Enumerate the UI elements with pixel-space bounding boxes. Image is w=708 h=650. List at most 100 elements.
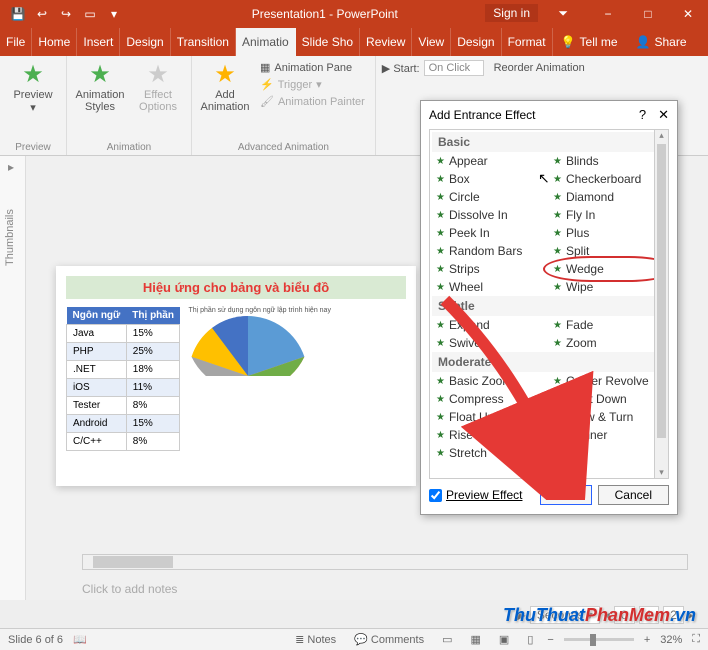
effect-item-fade[interactable]: ★Fade: [549, 316, 666, 334]
undo-icon[interactable]: ↩: [34, 6, 50, 22]
star-icon: ★: [436, 174, 445, 185]
effect-item-stretch[interactable]: ★Stretch: [432, 444, 549, 462]
tab-design[interactable]: Design: [120, 28, 170, 56]
tell-me[interactable]: 💡 Tell me: [553, 35, 626, 49]
tab-format[interactable]: Format: [502, 28, 553, 56]
qat-more-icon[interactable]: ▾: [106, 6, 122, 22]
star-icon: ★: [553, 246, 562, 257]
ribbon-tabs: File Home Insert Design Transition Anima…: [0, 28, 708, 56]
title-bar: 💾 ↩ ↪ ▭ ▾ Presentation1 - PowerPoint Sig…: [0, 0, 708, 28]
start-dropdown[interactable]: On Click: [424, 60, 484, 76]
zoom-in-icon[interactable]: +: [644, 634, 650, 646]
slideshow-view-icon[interactable]: ▯: [523, 633, 537, 646]
tab-view[interactable]: View: [412, 28, 451, 56]
cancel-button[interactable]: Cancel: [598, 485, 669, 505]
effect-item-wedge[interactable]: ★Wedge: [549, 260, 666, 278]
ribbon-group-advanced: ★ Add Animation ▦ Animation Pane ⚡ Trigg…: [192, 56, 376, 155]
dialog-footer: Preview Effect OK Cancel: [421, 479, 677, 511]
slideshow-icon[interactable]: ▭: [82, 6, 98, 22]
effect-item-rise-up[interactable]: ★Rise Up: [432, 426, 549, 444]
share-button[interactable]: 👤 Share: [628, 35, 695, 49]
spellcheck-icon[interactable]: 📖: [73, 633, 87, 646]
effect-item-strips[interactable]: ★Strips: [432, 260, 549, 278]
zoom-out-icon[interactable]: −: [547, 634, 553, 646]
minimize-button[interactable]: −: [588, 0, 628, 28]
effect-item-float-up[interactable]: ★Float Up: [432, 408, 549, 426]
tab-transitions[interactable]: Transition: [171, 28, 236, 56]
effect-item-wheel[interactable]: ★Wheel: [432, 278, 549, 296]
effect-item-blinds[interactable]: ★Blinds: [549, 152, 666, 170]
notes-toggle[interactable]: ≣ Notes: [291, 633, 340, 646]
effect-item-random-bars[interactable]: ★Random Bars: [432, 242, 549, 260]
effect-item-basic-zoom[interactable]: ★Basic Zoom: [432, 372, 549, 390]
notes-placeholder[interactable]: Click to add notes: [82, 582, 177, 596]
tab-animations[interactable]: Animatio: [236, 28, 296, 56]
zoom-level[interactable]: 32%: [660, 634, 682, 646]
effect-item-expand[interactable]: ★Expand: [432, 316, 549, 334]
effect-item-checkerboard[interactable]: ★Checkerboard: [549, 170, 666, 188]
tab-home[interactable]: Home: [32, 28, 77, 56]
horizontal-scrollbar[interactable]: [82, 554, 688, 570]
tab-slideshow[interactable]: Slide Sho: [296, 28, 360, 56]
dialog-help-icon[interactable]: ?: [639, 107, 646, 123]
fit-to-window-icon[interactable]: ⛶: [692, 633, 700, 646]
effect-item-dissolve-in[interactable]: ★Dissolve In: [432, 206, 549, 224]
comments-toggle[interactable]: 💬 Comments: [350, 633, 428, 646]
effect-item-appear[interactable]: ★Appear: [432, 152, 549, 170]
page-2[interactable]: 2: [663, 606, 684, 624]
effect-item-plus[interactable]: ★Plus: [549, 224, 666, 242]
dialog-scrollbar[interactable]: ▴ ▾: [654, 130, 668, 478]
effect-item-center-revolve[interactable]: ★Center Revolve: [549, 372, 666, 390]
effect-item-zoom[interactable]: ★Zoom: [549, 334, 666, 352]
effect-item-peek-in[interactable]: ★Peek In: [432, 224, 549, 242]
ok-button[interactable]: OK: [540, 485, 591, 505]
effect-item-fly-in[interactable]: ★Fly In: [549, 206, 666, 224]
effect-list[interactable]: Basic ★Appear★Box★Circle★Dissolve In★Pee…: [430, 130, 668, 464]
effect-item-swivel[interactable]: ★Swivel: [432, 334, 549, 352]
star-icon: ★: [553, 394, 562, 405]
add-animation-button[interactable]: ★ Add Animation: [198, 60, 252, 113]
tab-file[interactable]: File: [0, 28, 32, 56]
th-lang: Ngôn ngữ: [67, 307, 127, 325]
effect-item-float-down[interactable]: ★Float Down: [549, 390, 666, 408]
animation-pane-button[interactable]: ▦ Animation Pane: [256, 60, 369, 75]
seconds-dropdown[interactable]: Seconds ▾: [530, 606, 600, 624]
effect-item-compress[interactable]: ★Compress: [432, 390, 549, 408]
tab-review[interactable]: Review: [360, 28, 412, 56]
preview-effect-checkbox[interactable]: Preview Effect: [429, 488, 522, 502]
add-animation-icon: ★: [214, 60, 236, 89]
animation-styles-button[interactable]: ★ Animation Styles: [73, 60, 127, 113]
page-0[interactable]: 0: [614, 606, 635, 624]
star-icon: ★: [553, 430, 562, 441]
sorter-view-icon[interactable]: ▦: [467, 633, 485, 646]
preview-button[interactable]: ★ Preview ▾: [6, 60, 60, 114]
star-icon: ★: [436, 412, 445, 423]
reading-view-icon[interactable]: ▣: [495, 633, 513, 646]
signin-button[interactable]: Sign in: [485, 4, 538, 22]
dialog-close-icon[interactable]: ✕: [658, 107, 669, 123]
save-icon[interactable]: 💾: [10, 6, 26, 22]
maximize-button[interactable]: □: [628, 0, 668, 28]
tab-insert[interactable]: Insert: [77, 28, 120, 56]
timeline-pager: ▶ Seconds ▾ ◂ 0 1 2 ▸: [517, 606, 694, 624]
zoom-slider[interactable]: [564, 638, 634, 641]
redo-icon[interactable]: ↪: [58, 6, 74, 22]
effect-item-grow-&-turn[interactable]: ★Grow & Turn: [549, 408, 666, 426]
effect-item-box[interactable]: ★Box: [432, 170, 549, 188]
thumbnail-strip[interactable]: ▸ Thumbnails: [0, 156, 26, 600]
effect-item-circle[interactable]: ★Circle: [432, 188, 549, 206]
effect-options-icon: ★: [147, 60, 169, 89]
slide[interactable]: Hiệu ứng cho bảng và biểu đồ Ngôn ngữ Th…: [56, 266, 416, 486]
ribbon-display-icon[interactable]: ⏷: [558, 6, 568, 21]
normal-view-icon[interactable]: ▭: [438, 633, 456, 646]
chart-caption: Thị phần sử dụng ngôn ngữ lập trình hiện…: [188, 307, 330, 314]
effect-item-spinner[interactable]: ★Spinner: [549, 426, 666, 444]
tab-design-2[interactable]: Design: [451, 28, 501, 56]
effect-item-diamond[interactable]: ★Diamond: [549, 188, 666, 206]
star-icon: ★: [436, 320, 445, 331]
expand-thumbnails-icon[interactable]: ▸: [8, 160, 14, 174]
close-button[interactable]: ✕: [668, 0, 708, 28]
star-icon: ★: [553, 412, 562, 423]
play-icon[interactable]: ▶: [517, 608, 526, 622]
page-1[interactable]: 1: [639, 606, 660, 624]
